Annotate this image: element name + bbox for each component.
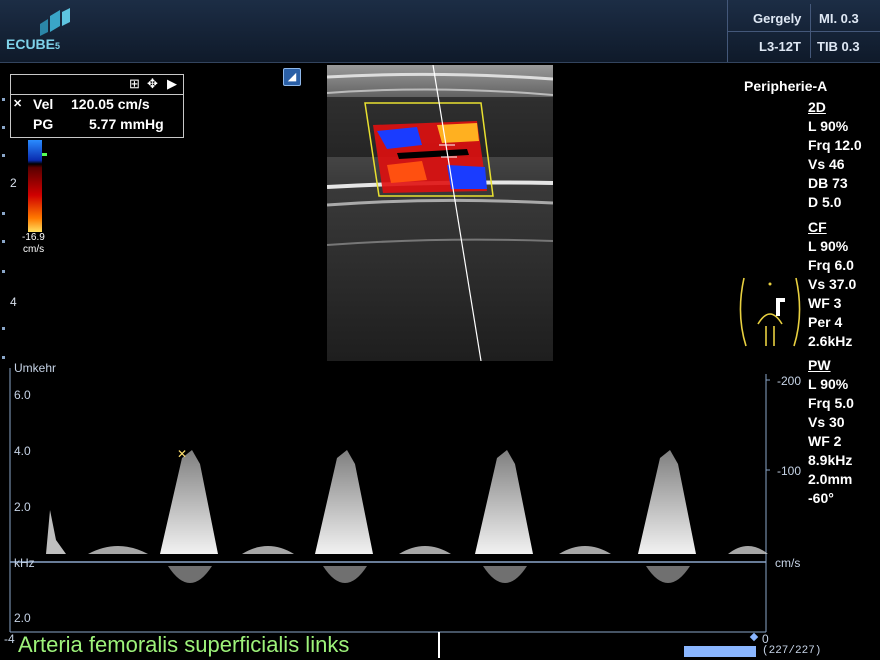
left-tick-khz: kHz (14, 556, 35, 570)
param-cf-5: 2.6kHz (808, 333, 853, 349)
left-tick-2: 2.0 (14, 500, 31, 514)
body-marker-icon (739, 277, 801, 347)
param-cf-2: Vs 37.0 (808, 276, 857, 292)
measurement-box: ⊞ ✥ ▶ ✕ Vel 120.05 cm/s PG 5.77 mmHg (10, 74, 184, 138)
depth-label-4: 4 (10, 295, 17, 309)
diastolic-flow (559, 546, 611, 554)
color-unit-label: cm/s (23, 244, 45, 255)
param-2d-1: Frq 12.0 (808, 137, 862, 153)
param-cf-3: WF 3 (808, 295, 842, 311)
systolic-peak (315, 450, 373, 554)
cine-progress-label: (227/227) (762, 645, 822, 657)
add-box-icon[interactable]: ⊞ (129, 76, 140, 92)
invert-label: Umkehr (14, 361, 57, 375)
b-mode-image (327, 65, 553, 361)
mi-value: MI. 0.3 (819, 11, 859, 26)
preset-name: Peripherie-A (744, 78, 828, 94)
cursor-marker-icon: ✕ (13, 98, 23, 110)
param-pw-5: 2.0mm (808, 471, 853, 487)
right-tick-100: -100 (777, 464, 802, 478)
left-tick-6: 6.0 (14, 388, 31, 402)
right-tick-unit: cm/s (775, 556, 801, 570)
annotation-caption[interactable]: Arteria femoralis superficialis links (18, 632, 349, 658)
ecube-logo: ECUBE5 (4, 8, 70, 54)
top-bar: ECUBE5 Gergely MI. 0.3 L3-12T TIB 0.3 (0, 0, 880, 63)
param-2d-0: L 90% (808, 118, 849, 134)
param-pw-3: WF 2 (808, 433, 842, 449)
tib-value: TIB 0.3 (817, 39, 860, 54)
param-cf-1: Frq 6.0 (808, 257, 854, 273)
param-2d-4: D 5.0 (808, 194, 842, 210)
param-2d-3: DB 73 (808, 175, 848, 191)
param-pw-6: -60° (808, 490, 834, 506)
operator-name: Gergely (753, 11, 802, 26)
play-icon[interactable]: ▶ (167, 76, 177, 92)
time-right-label: 0 (762, 632, 769, 646)
diastolic-flow (728, 546, 768, 554)
partial-peak (46, 510, 66, 554)
time-left-label: -4 (4, 632, 15, 646)
color-baseline-marker (42, 153, 47, 156)
params-pw-title: PW (808, 357, 831, 373)
param-cf-0: L 90% (808, 238, 849, 254)
left-tick-neg2: 2.0 (14, 611, 31, 625)
color-scale-bar (28, 140, 42, 232)
param-pw-4: 8.9kHz (808, 452, 853, 468)
params-cf-title: CF (808, 219, 827, 235)
cine-progress-bar[interactable] (684, 646, 756, 657)
systolic-peak (475, 450, 533, 554)
reverse-flow (323, 566, 367, 583)
image-orientation-button[interactable]: ◢ (283, 68, 301, 86)
param-2d-2: Vs 46 (808, 156, 845, 172)
move-icon[interactable]: ✥ (147, 76, 158, 92)
color-min-label: -16.9 (22, 232, 45, 243)
diastolic-flow (399, 546, 451, 554)
reverse-flow (168, 566, 212, 583)
measurement-toolbar: ⊞ ✥ ▶ (11, 75, 183, 95)
peak-cursor-icon[interactable]: ✕ (177, 447, 187, 461)
diastolic-flow (88, 546, 148, 554)
left-tick-4: 4.0 (14, 444, 31, 458)
pg-label: PG (33, 116, 54, 132)
param-pw-1: Frq 5.0 (808, 395, 854, 411)
vel-label: Vel (33, 96, 54, 112)
param-pw-2: Vs 30 (808, 414, 845, 430)
depth-label-2: 2 (10, 176, 17, 190)
right-tick-200: -200 (777, 374, 802, 388)
param-pw-0: L 90% (808, 376, 849, 392)
params-2d-title: 2D (808, 99, 826, 115)
logo-text: ECUBE5 (6, 36, 61, 52)
systolic-peak (160, 450, 218, 554)
param-cf-4: Per 4 (808, 314, 843, 330)
reverse-flow (483, 566, 527, 583)
reverse-flow (646, 566, 690, 583)
diastolic-flow (242, 546, 294, 554)
probe-name: L3-12T (759, 39, 801, 54)
systolic-peak (638, 450, 696, 554)
vel-value: 120.05 cm/s (71, 96, 150, 112)
probe-info-box: Gergely MI. 0.3 L3-12T TIB 0.3 (727, 0, 880, 62)
doppler-spectrum (9, 368, 770, 633)
text-cursor (438, 632, 440, 658)
pg-value: 5.77 mmHg (89, 116, 164, 132)
